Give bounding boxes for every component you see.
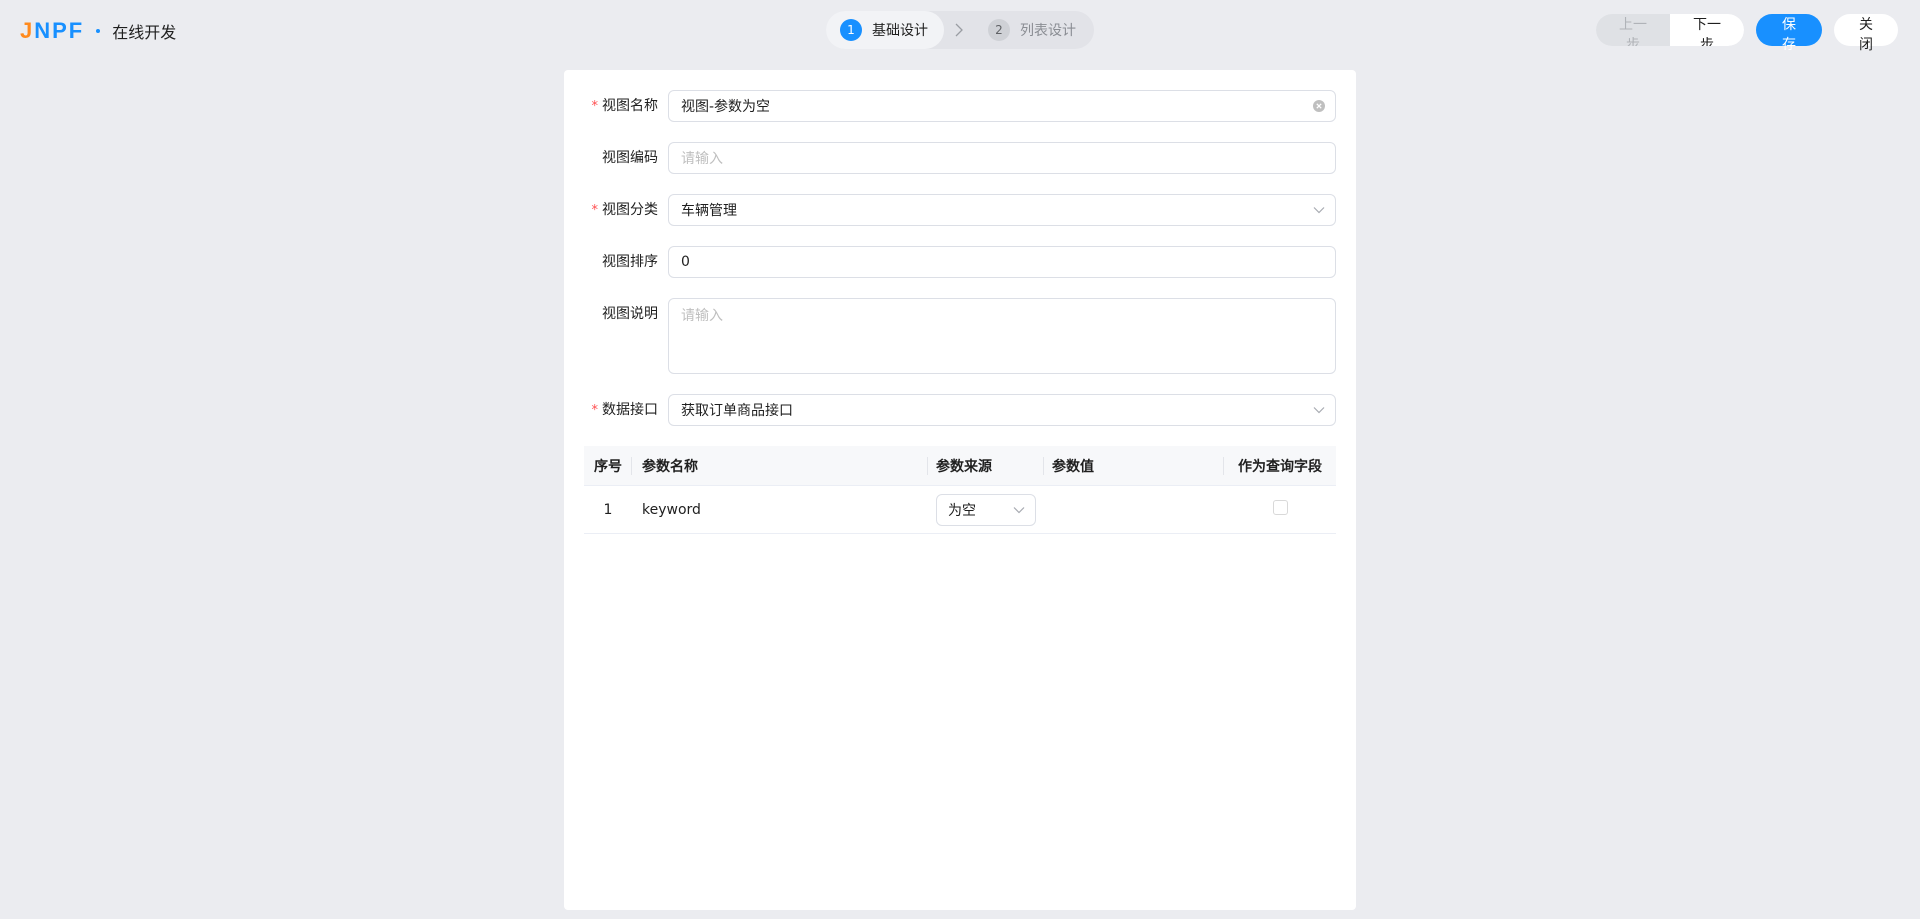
close-button[interactable]: 关 闭 — [1834, 14, 1898, 53]
chevron-down-icon — [1313, 206, 1325, 214]
query-field-checkbox[interactable] — [1272, 500, 1288, 515]
row-view-code: 视图编码 请输入 — [584, 142, 1336, 174]
view-desc-textarea[interactable]: 请输入 — [668, 298, 1336, 374]
header-param-name: 参数名称 — [632, 456, 928, 476]
cell-source: 为空 — [928, 493, 1044, 526]
required-mark: * — [591, 403, 599, 418]
data-api-select[interactable]: 获取订单商品接口 — [668, 394, 1336, 426]
view-category-select[interactable]: 车辆管理 — [668, 194, 1336, 226]
view-name-value: 视图-参数为空 — [681, 99, 771, 115]
app-title: 在线开发 — [112, 23, 177, 42]
label-data-api: * 数据接口 — [591, 402, 659, 418]
next-step-button[interactable]: 下一步 — [1670, 14, 1744, 46]
param-source-value: 为空 — [948, 502, 976, 519]
clear-icon[interactable] — [1313, 100, 1325, 112]
logo-letter-j: J — [20, 18, 35, 43]
step-basic-design[interactable]: 1 基础设计 — [826, 11, 944, 49]
header-source: 参数来源 — [928, 456, 1044, 476]
view-desc-placeholder: 请输入 — [681, 308, 723, 324]
chevron-down-icon — [1313, 406, 1325, 414]
row-view-category: * 视图分类 车辆管理 — [584, 194, 1336, 227]
logo: J NPF — [20, 18, 84, 44]
label-view-code: 视图编码 — [602, 150, 658, 166]
view-code-input[interactable]: 请输入 — [668, 142, 1336, 174]
label-view-sort: 视图排序 — [602, 254, 658, 270]
header-query-field: 作为查询字段 — [1238, 458, 1322, 475]
step-list-design[interactable]: 2 列表设计 — [974, 11, 1088, 49]
param-source-select[interactable]: 为空 — [936, 493, 1036, 526]
row-data-api: * 数据接口 获取订单商品接口 — [584, 394, 1336, 427]
chevron-down-icon — [1013, 506, 1025, 513]
prev-step-button[interactable]: 上一步 — [1596, 14, 1670, 46]
data-api-value: 获取订单商品接口 — [681, 403, 793, 419]
chevron-right-icon — [944, 22, 974, 38]
brand: J NPF 在线开发 — [20, 18, 176, 44]
separator-dot-icon — [96, 29, 101, 33]
table-header: 序号 参数名称 参数来源 参数值 作为查询字段 — [584, 446, 1336, 486]
header-actions: 上一步 下一步 保 存 关 闭 — [1596, 14, 1898, 53]
step-number-2: 2 — [988, 19, 1010, 41]
form-card: * 视图名称 视图-参数为空 视图编码 请输入 * 视图分类 车辆管理 视图排序 0… — [564, 70, 1356, 910]
save-button[interactable]: 保 存 — [1756, 14, 1822, 53]
steps-bar: 1 基础设计 2 列表设计 — [826, 11, 1094, 49]
label-view-name: * 视图名称 — [591, 98, 659, 114]
header-value: 参数值 — [1044, 456, 1224, 476]
cell-index: 1 — [603, 501, 613, 518]
params-table: 序号 参数名称 参数来源 参数值 作为查询字段 1 keyword 为空 — [584, 446, 1336, 534]
view-name-input[interactable]: 视图-参数为空 — [668, 90, 1336, 122]
row-view-name: * 视图名称 视图-参数为空 — [584, 90, 1336, 123]
cell-param-name: keyword — [642, 501, 701, 518]
step-label-2: 列表设计 — [1020, 23, 1076, 39]
step-number-1: 1 — [840, 19, 862, 41]
cell-query-field — [1224, 500, 1336, 519]
view-sort-input[interactable]: 0 — [668, 246, 1336, 278]
view-sort-value: 0 — [681, 254, 690, 270]
logo-letters-npf: NPF — [34, 18, 85, 43]
required-mark: * — [591, 99, 599, 114]
label-view-category: * 视图分类 — [591, 202, 659, 218]
table-row: 1 keyword 为空 — [584, 486, 1336, 534]
label-view-desc: 视图说明 — [602, 306, 658, 322]
required-mark: * — [591, 203, 599, 218]
row-view-desc: 视图说明 请输入 — [584, 298, 1336, 374]
view-category-value: 车辆管理 — [681, 203, 737, 219]
step-nav-group: 上一步 下一步 — [1596, 14, 1744, 46]
view-code-placeholder: 请输入 — [681, 151, 723, 167]
step-label-1: 基础设计 — [872, 23, 928, 39]
row-view-sort: 视图排序 0 — [584, 246, 1336, 278]
header: J NPF 在线开发 1 基础设计 2 列表设计 上一步 下一步 保 存 关 闭 — [0, 0, 1920, 60]
header-index: 序号 — [584, 456, 632, 476]
